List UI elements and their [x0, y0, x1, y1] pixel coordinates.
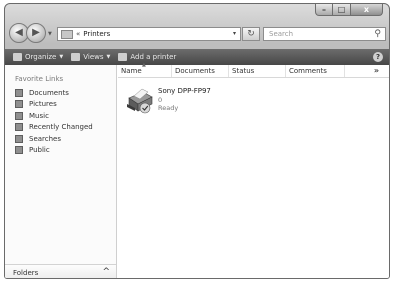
chevron-down-icon: ▼ — [106, 54, 111, 60]
column-header-row: ▲ Name Documents Status Comments » — [118, 62, 389, 78]
views-button[interactable]: Views ▼ — [71, 53, 110, 61]
more-columns-button[interactable]: » — [374, 66, 379, 75]
nav-item-pictures[interactable]: Pictures — [15, 99, 93, 111]
printer-name: Sony DPP-FP97 — [158, 87, 211, 95]
column-label: Comments — [289, 67, 327, 75]
column-header-comments[interactable]: Comments — [286, 65, 345, 77]
address-dropdown-icon[interactable]: ▾ — [233, 30, 236, 37]
nav-item-searches[interactable]: Searches — [15, 133, 93, 145]
nav-item-public[interactable]: Public — [15, 145, 93, 157]
views-label: Views — [83, 53, 104, 61]
chevron-up-icon: ^ — [102, 267, 110, 277]
music-icon — [15, 111, 23, 120]
column-label: Status — [232, 67, 255, 75]
arrow-right-icon: ▶ — [32, 27, 40, 38]
client-area: Favorite Links Documents Pictures Music … — [5, 62, 389, 278]
folders-toggle[interactable]: Folders ^ — [5, 264, 116, 278]
views-icon — [71, 53, 81, 61]
maximize-button[interactable]: □ — [333, 4, 351, 16]
column-header-name[interactable]: ▲ Name — [118, 62, 172, 77]
add-printer-label: Add a printer — [130, 53, 177, 61]
arrow-left-icon: ◀ — [15, 27, 23, 38]
add-printer-icon — [118, 53, 128, 61]
recent-pages-dropdown-icon[interactable]: ▼ — [48, 31, 52, 37]
nav-item-label: Music — [29, 111, 49, 120]
printer-documents-count: 0 — [158, 96, 163, 104]
caption-buttons: – □ x — [315, 4, 383, 16]
pictures-icon — [15, 100, 23, 109]
nav-item-label: Recently Changed — [29, 123, 93, 132]
folders-label: Folders — [13, 268, 39, 277]
nav-item-recently-changed[interactable]: Recently Changed — [15, 122, 93, 134]
column-label: Documents — [175, 67, 215, 75]
search-input[interactable]: Search ⚲ — [263, 27, 386, 41]
refresh-icon: ↻ — [247, 29, 255, 39]
explorer-window: – □ x ◀ ▶ ▼ « Printers ▾ ↻ Search ⚲ Orga… — [4, 3, 390, 279]
nav-item-label: Documents — [29, 88, 69, 97]
add-printer-button[interactable]: Add a printer — [118, 53, 176, 61]
searches-icon — [15, 134, 23, 143]
minimize-button[interactable]: – — [315, 4, 333, 16]
navigation-pane: Favorite Links Documents Pictures Music … — [5, 65, 117, 278]
search-placeholder: Search — [269, 30, 294, 38]
public-icon — [15, 146, 23, 155]
address-bar[interactable]: « Printers ▾ — [57, 27, 241, 41]
help-button[interactable]: ? — [373, 52, 383, 62]
address-row: ◀ ▶ ▼ « Printers ▾ ↻ Search ⚲ — [5, 20, 389, 46]
address-overflow-chevron[interactable]: « — [76, 30, 80, 38]
refresh-button[interactable]: ↻ — [242, 27, 260, 41]
nav-item-documents[interactable]: Documents — [15, 87, 93, 99]
nav-item-label: Searches — [29, 134, 62, 143]
organize-label: Organize — [25, 53, 57, 61]
printer-icon — [127, 88, 153, 114]
forward-button[interactable]: ▶ — [26, 23, 46, 43]
nav-item-music[interactable]: Music — [15, 110, 93, 122]
documents-icon — [15, 88, 23, 97]
recently-changed-icon — [15, 123, 23, 132]
organize-icon — [13, 53, 22, 61]
close-button[interactable]: x — [351, 4, 383, 16]
favorite-links-heading: Favorite Links — [15, 75, 64, 83]
nav-item-label: Pictures — [29, 100, 57, 109]
chevron-down-icon: ▼ — [59, 54, 64, 60]
search-icon[interactable]: ⚲ — [374, 29, 381, 39]
nav-item-label: Public — [29, 146, 50, 155]
printers-folder-icon — [61, 29, 73, 39]
column-header-documents[interactable]: Documents — [172, 65, 229, 77]
address-path[interactable]: Printers — [83, 30, 110, 38]
organize-button[interactable]: Organize ▼ — [13, 53, 63, 61]
command-toolbar: Organize ▼ Views ▼ Add a printer ? — [5, 49, 389, 65]
file-list-pane: ▲ Name Documents Status Comments » Sony … — [118, 62, 389, 278]
printer-item[interactable]: Sony DPP-FP97 0 Ready — [124, 85, 244, 121]
favorite-links-list: Documents Pictures Music Recently Change… — [15, 87, 93, 156]
column-header-status[interactable]: Status — [229, 65, 286, 77]
column-label: Name — [121, 67, 142, 75]
sort-ascending-icon: ▲ — [142, 62, 146, 68]
printer-status: Ready — [158, 104, 179, 112]
